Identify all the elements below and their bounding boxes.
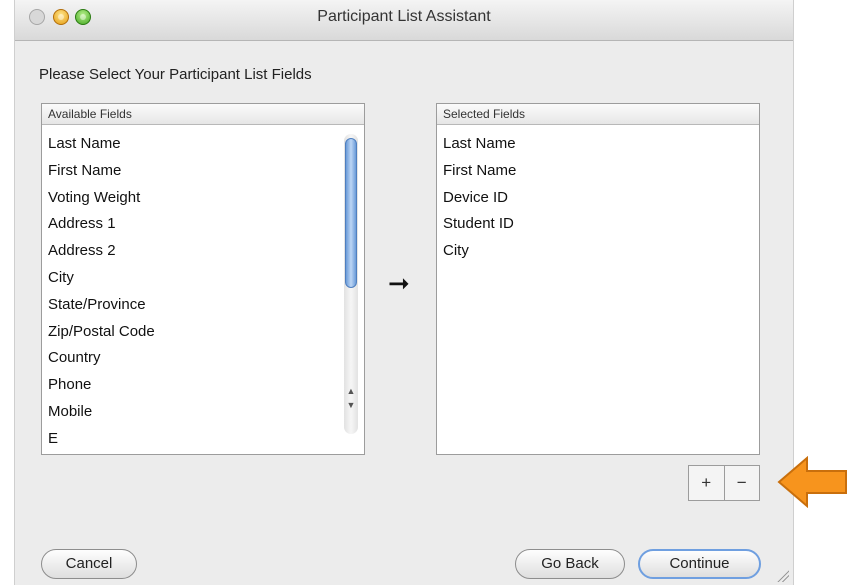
available-field-item[interactable]: Country [42,345,364,372]
available-field-item[interactable]: First Name [42,158,364,185]
left-arrow-icon [777,456,847,508]
right-arrow-icon: ➞ [388,268,410,298]
scroll-up-icon[interactable]: ▲ [344,384,358,398]
selected-field-item[interactable]: Device ID [437,185,759,212]
available-field-item[interactable]: E [42,426,364,453]
available-field-item[interactable]: Last Name [42,131,364,158]
selected-fields-header: Selected Fields [437,104,759,125]
annotation-arrow-shape [777,456,847,508]
add-field-button[interactable]: + [689,466,725,500]
continue-button[interactable]: Continue [638,549,761,579]
selected-fields-list[interactable]: Selected Fields Last Name First Name Dev… [436,103,760,455]
available-fields-rows: Last Name First Name Voting Weight Addre… [42,125,364,453]
available-field-item[interactable]: Address 1 [42,211,364,238]
title-bar: Participant List Assistant [15,0,793,41]
available-field-item[interactable]: Voting Weight [42,185,364,212]
available-fields-list[interactable]: Available Fields Last Name First Name Vo… [41,103,365,455]
selected-fields-rows: Last Name First Name Device ID Student I… [437,125,759,265]
go-back-button[interactable]: Go Back [515,549,625,579]
instruction-text: Please Select Your Participant List Fiel… [39,66,312,83]
participant-list-assistant-window: Participant List Assistant Please Select… [14,0,794,585]
selected-field-item[interactable]: First Name [437,158,759,185]
available-fields-header: Available Fields [42,104,364,125]
cancel-button[interactable]: Cancel [41,549,137,579]
add-remove-control: + − [688,465,760,501]
window-title: Participant List Assistant [317,8,491,25]
scroll-down-icon[interactable]: ▼ [344,398,358,412]
available-field-item[interactable]: State/Province [42,292,364,319]
available-field-item[interactable]: Phone [42,372,364,399]
scroll-arrows[interactable]: ▲ ▼ [344,384,358,424]
available-field-item[interactable]: Address 2 [42,238,364,265]
resize-grip[interactable] [775,568,789,582]
available-field-item[interactable]: City [42,265,364,292]
scrollbar-thumb[interactable] [345,138,357,288]
selected-field-item[interactable]: City [437,238,759,265]
selected-field-item[interactable]: Last Name [437,131,759,158]
available-field-item[interactable]: Mobile [42,399,364,426]
available-field-item[interactable]: Zip/Postal Code [42,319,364,346]
selected-field-item[interactable]: Student ID [437,211,759,238]
remove-field-button[interactable]: − [725,466,760,500]
